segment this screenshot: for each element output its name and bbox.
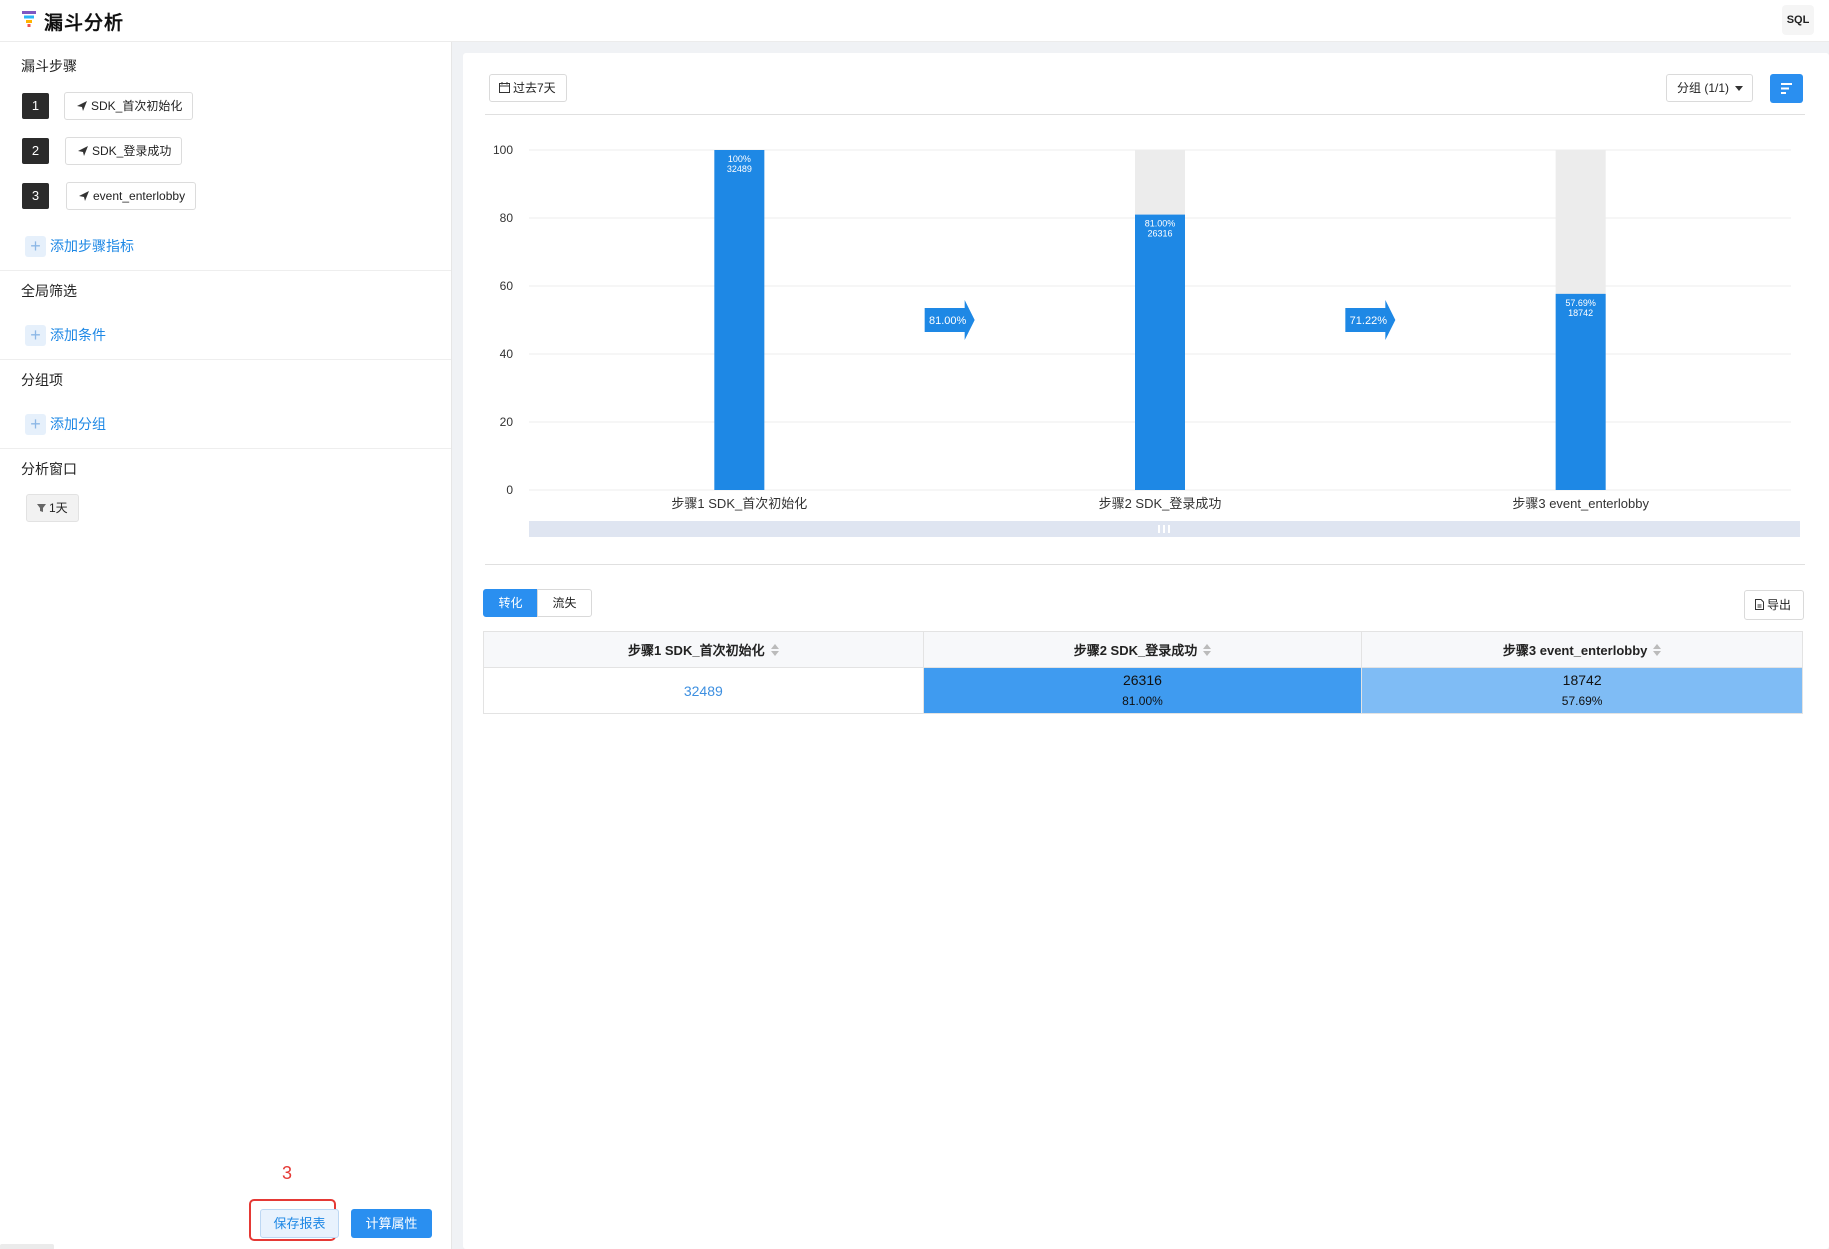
y-tick-label: 20 [500,415,514,429]
conversion-rate-label: 71.22% [1350,315,1388,327]
add-condition-label: 添加条件 [50,327,106,343]
section-divider [0,359,451,360]
step-chip-2[interactable]: SDK_登录成功 [65,137,183,165]
bar-count-label: 26316 [1147,229,1172,239]
bar-count-label: 32489 [727,164,752,174]
conversion-rate-label: 81.00% [929,315,967,327]
chart-table-divider [485,564,1805,565]
add-group-label: 添加分组 [50,416,106,432]
x-tick-label: 步骤2 SDK_登录成功 [1099,496,1222,511]
add-step-metric-label: 添加步骤指标 [50,238,134,254]
cell-count[interactable]: 32489 [684,683,723,699]
y-tick-label: 0 [506,483,513,497]
table-row: 32489 26316 81.00% 18742 57.69% [483,667,1803,714]
bar-pct-label: 57.69% [1565,298,1596,308]
app-root: 漏斗分析 SQL 漏斗步骤 1 SDK_首次初始化 2 SDK_登录成功 3 e… [0,0,1829,1249]
y-tick-label: 40 [500,347,514,361]
date-range-button[interactable]: 过去7天 [489,74,567,102]
funnel-icon [37,504,46,512]
table-cell-step1[interactable]: 32489 [483,667,924,714]
page-title: 漏斗分析 [44,13,125,34]
add-condition-button[interactable]: + 添加条件 [25,324,106,346]
step-number-2: 2 [22,138,49,164]
y-tick-label: 80 [500,211,514,225]
plus-icon: + [25,414,46,435]
header-label: 步骤2 SDK_登录成功 [1073,643,1198,658]
sidebar [0,42,452,1249]
section-divider [0,270,451,271]
funnel-steps-title: 漏斗步骤 [21,58,77,74]
x-tick-label: 步骤1 SDK_首次初始化 [671,496,807,511]
tab-loss[interactable]: 流失 [537,589,592,617]
toolbar-divider [485,114,1805,115]
cell-count: 26316 [1122,672,1162,688]
bar-count-label: 18742 [1568,308,1593,318]
window-title: 分析窗口 [21,461,77,477]
step-chip-label: SDK_首次初始化 [91,99,183,113]
send-icon [78,146,88,156]
bottom-stub [0,1244,54,1249]
add-step-metric-button[interactable]: + 添加步骤指标 [25,235,134,257]
header-label: 步骤1 SDK_首次初始化 [628,643,765,658]
funnel-table: 步骤1 SDK_首次初始化 步骤2 SDK_登录成功 步骤3 event_ent… [483,631,1803,714]
sort-arrows-icon[interactable] [770,644,779,656]
sql-button[interactable]: SQL [1782,5,1814,35]
step-chip-1[interactable]: SDK_首次初始化 [64,92,194,120]
annotation-number: 3 [282,1163,293,1183]
cell-rate: 81.00% [1122,694,1163,708]
scroll-handle-icon[interactable] [1157,524,1171,534]
calendar-icon [499,82,510,93]
group-title: 分组项 [21,372,63,388]
step-chip-3[interactable]: event_enterlobby [66,182,197,210]
save-report-button[interactable]: 保存报表 [260,1209,339,1238]
funnel-logo-icon [22,11,36,27]
table-cell-step3: 18742 57.69% [1361,667,1803,714]
table-header-row: 步骤1 SDK_首次初始化 步骤2 SDK_登录成功 步骤3 event_ent… [483,631,1803,668]
cell-rate: 57.69% [1561,694,1603,708]
export-label: 导出 [1767,598,1792,612]
bar-pct-label: 100% [728,154,751,164]
step-number-3: 3 [22,183,49,209]
compute-property-button[interactable]: 计算属性 [351,1209,432,1238]
table-header-cell[interactable]: 步骤1 SDK_首次初始化 [483,631,924,668]
y-tick-label: 60 [500,279,514,293]
document-icon [1755,599,1764,610]
step-chip-label: SDK_登录成功 [92,144,172,158]
global-filter-title: 全局筛选 [21,283,77,299]
bar [1555,293,1606,490]
step-chip-label: event_enterlobby [93,189,186,203]
sort-icon [1781,83,1792,94]
sort-button[interactable] [1770,74,1803,103]
y-tick-label: 100 [493,143,513,157]
bar [714,150,765,490]
funnel-chart: 0 20 40 60 80 100 100%32489 步骤1 SDK_首次初始化 81.00%… [493,143,1791,511]
bar-pct-label: 81.00% [1145,219,1176,229]
group-select-label: 分组 (1/1) [1677,81,1730,95]
export-button[interactable]: 导出 [1744,590,1804,620]
tab-conversion[interactable]: 转化 [483,589,538,617]
header-label: 步骤3 event_enterlobby [1502,643,1648,658]
caret-down-icon [1735,86,1744,91]
add-group-button[interactable]: + 添加分组 [25,413,106,435]
date-range-label: 过去7天 [513,81,556,95]
x-tick-label: 步骤3 event_enterlobby [1512,496,1649,511]
bar [1135,214,1185,490]
send-icon [77,101,87,111]
table-header-cell[interactable]: 步骤3 event_enterlobby [1361,631,1803,668]
plus-icon: + [25,236,46,257]
table-cell-step2: 26316 81.00% [922,667,1363,714]
sort-arrows-icon[interactable] [1653,644,1662,656]
sort-arrows-icon[interactable] [1203,644,1212,656]
window-chip[interactable]: 1天 [26,494,79,522]
cell-count: 18742 [1562,672,1602,688]
send-icon [79,191,89,201]
table-header-cell[interactable]: 步骤2 SDK_登录成功 [922,631,1363,668]
plus-icon: + [25,325,46,346]
window-value: 1天 [49,501,68,515]
section-divider [0,448,451,449]
step-number-1: 1 [22,93,49,119]
group-select[interactable]: 分组 (1/1) [1666,74,1753,102]
app-header: 漏斗分析 SQL [0,0,1829,42]
